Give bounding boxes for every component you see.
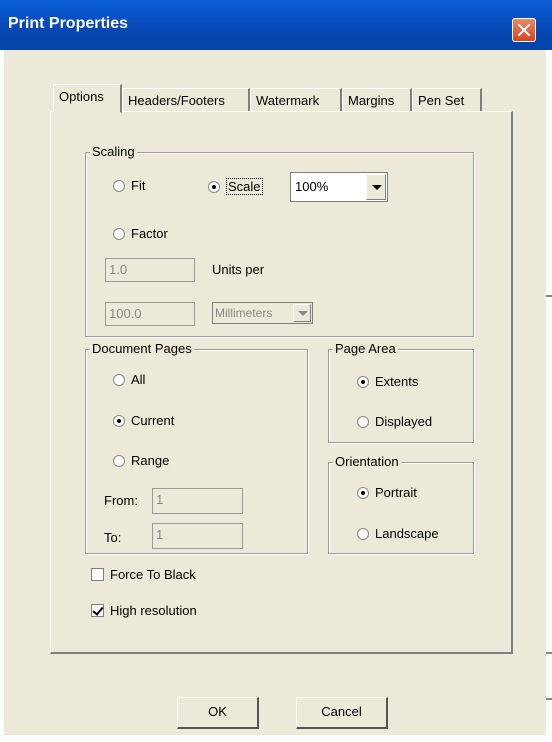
edge-mark bbox=[546, 652, 552, 654]
fit-radio[interactable]: Fit bbox=[113, 178, 145, 193]
portrait-label: Portrait bbox=[375, 485, 417, 500]
current-label: Current bbox=[131, 413, 175, 428]
scale-radio[interactable]: Scale bbox=[208, 178, 263, 195]
scale-value: 100% bbox=[295, 179, 329, 194]
extents-radio[interactable]: Extents bbox=[357, 374, 418, 389]
cancel-button[interactable]: Cancel bbox=[296, 697, 388, 729]
high-resolution-label: High resolution bbox=[110, 603, 197, 618]
radio-indicator bbox=[357, 486, 369, 499]
chevron-down-icon[interactable] bbox=[293, 304, 311, 322]
tab-margins[interactable]: Margins bbox=[342, 88, 412, 112]
radio-indicator bbox=[208, 180, 220, 193]
orientation-legend: Orientation bbox=[333, 454, 401, 469]
edge-mark bbox=[546, 698, 552, 700]
chevron-down-icon[interactable] bbox=[366, 174, 386, 200]
landscape-radio[interactable]: Landscape bbox=[357, 526, 439, 541]
title-bar: Print Properties bbox=[0, 0, 552, 50]
displayed-label: Displayed bbox=[375, 414, 433, 429]
close-button[interactable] bbox=[512, 18, 536, 42]
radio-indicator bbox=[357, 415, 369, 428]
radio-indicator bbox=[113, 227, 125, 240]
radio-indicator bbox=[357, 375, 369, 388]
tab-watermark[interactable]: Watermark bbox=[250, 88, 342, 112]
extents-label: Extents bbox=[375, 374, 419, 389]
factor-label: Factor bbox=[131, 226, 168, 241]
range-radio[interactable]: Range bbox=[113, 453, 169, 468]
per-value-field[interactable]: 100.0 bbox=[105, 302, 195, 326]
fit-label: Fit bbox=[131, 178, 146, 193]
radio-indicator bbox=[113, 414, 125, 427]
tab-pen-set[interactable]: Pen Set bbox=[412, 88, 482, 112]
scaling-legend: Scaling bbox=[90, 144, 137, 159]
from-label: From: bbox=[104, 493, 138, 508]
force-to-black-checkbox[interactable]: Force To Black bbox=[91, 567, 196, 582]
window-edge-right bbox=[546, 50, 552, 742]
all-pages-radio[interactable]: All bbox=[113, 372, 145, 387]
radio-indicator bbox=[113, 454, 125, 467]
window-title: Print Properties bbox=[8, 15, 129, 32]
high-resolution-checkbox[interactable]: High resolution bbox=[91, 603, 197, 618]
scale-combo[interactable]: 100% bbox=[290, 172, 388, 202]
unit-combo[interactable]: Millimeters bbox=[212, 302, 313, 324]
window-edge-left bbox=[0, 50, 4, 742]
from-field[interactable]: 1 bbox=[152, 488, 243, 514]
portrait-radio[interactable]: Portrait bbox=[357, 485, 417, 500]
tab-options[interactable]: Options bbox=[53, 84, 122, 113]
all-label: All bbox=[131, 372, 146, 387]
checkbox-indicator bbox=[91, 604, 104, 617]
to-field[interactable]: 1 bbox=[152, 523, 243, 549]
ok-button[interactable]: OK bbox=[177, 697, 259, 729]
edge-mark bbox=[546, 295, 552, 297]
units-per-label: Units per bbox=[212, 262, 265, 277]
force-to-black-label: Force To Black bbox=[110, 567, 196, 582]
checkbox-indicator bbox=[91, 568, 104, 581]
document-pages-legend: Document Pages bbox=[90, 341, 194, 356]
page-area-legend: Page Area bbox=[333, 341, 398, 356]
scale-label: Scale bbox=[226, 178, 263, 195]
landscape-label: Landscape bbox=[375, 526, 439, 541]
to-label: To: bbox=[104, 530, 122, 545]
window-edge-bottom bbox=[0, 735, 552, 742]
range-label: Range bbox=[131, 453, 170, 468]
factor-radio[interactable]: Factor bbox=[113, 226, 168, 241]
radio-indicator bbox=[357, 527, 369, 540]
radio-indicator bbox=[113, 179, 125, 192]
factor-value-field[interactable]: 1.0 bbox=[105, 258, 195, 282]
radio-indicator bbox=[113, 373, 125, 386]
displayed-radio[interactable]: Displayed bbox=[357, 414, 432, 429]
current-page-radio[interactable]: Current bbox=[113, 413, 174, 428]
tab-headers-footers[interactable]: Headers/Footers bbox=[122, 88, 250, 112]
unit-value: Millimeters bbox=[215, 306, 273, 320]
